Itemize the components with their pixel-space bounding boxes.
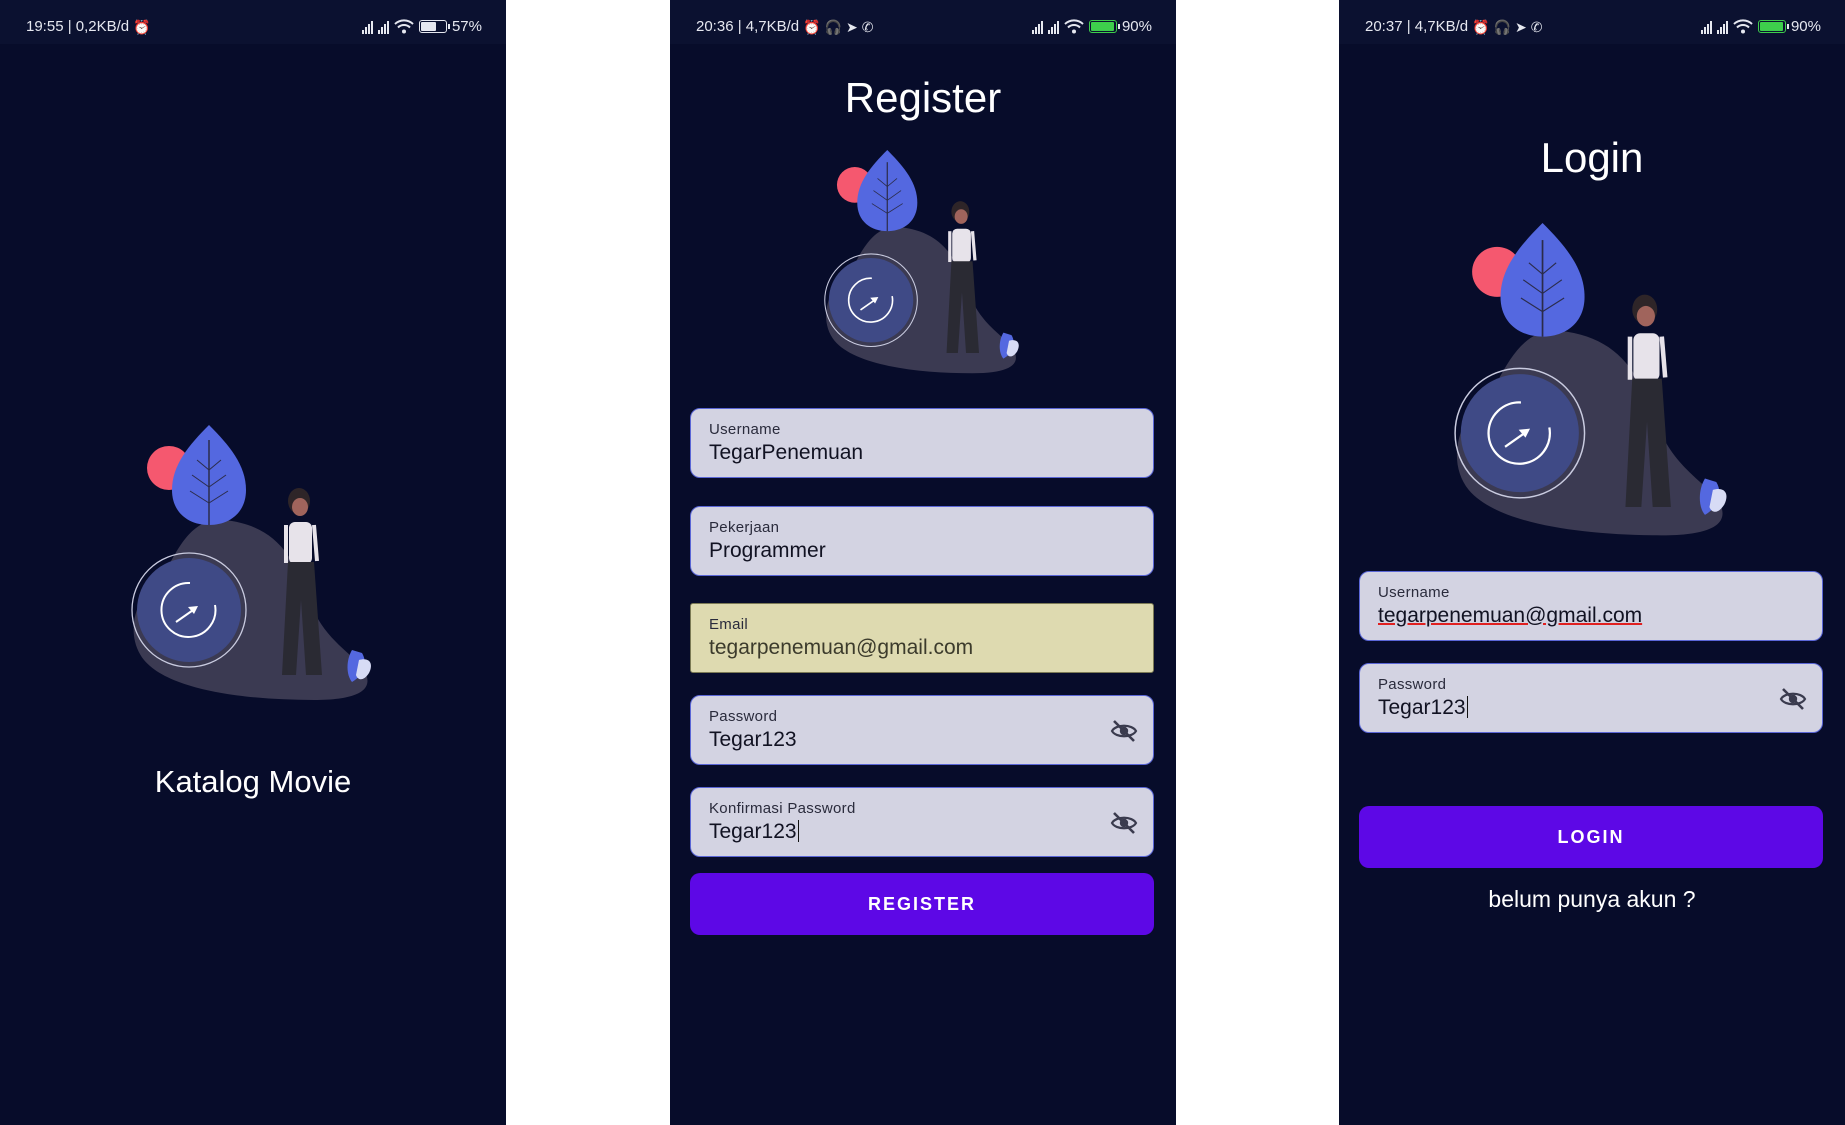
username-field[interactable]: Username TegarPenemuan	[690, 408, 1154, 478]
app-name: Katalog Movie	[154, 764, 352, 799]
battery-percent: 57%	[451, 18, 482, 35]
login-screen: 20:37 | 4,7KB/d ⏰ 🎧 ➤ ✆ 90% Login Userna…	[1339, 0, 1845, 1125]
field-value: Tegar123	[709, 820, 797, 843]
battery-icon	[418, 20, 450, 33]
field-value: TegarPenemuan	[709, 441, 864, 464]
field-label: Konfirmasi Password	[709, 800, 856, 817]
status-bar: 19:55 | 0,2KB/d ⏰ 57%	[0, 0, 506, 44]
visibility-off-icon[interactable]	[1778, 686, 1808, 712]
signal-icon	[1700, 20, 1712, 34]
field-label: Password	[709, 708, 778, 725]
username-field[interactable]: Username tegarpenemuan@gmail.com	[1359, 571, 1823, 641]
alarm-icon: ⏰	[133, 18, 151, 35]
movie-illustration	[1446, 223, 1739, 549]
field-value-wrap: Tegar123	[709, 820, 800, 844]
field-value-wrap: Tegar123	[1378, 696, 1469, 720]
wifi-icon	[1064, 19, 1084, 34]
movie-illustration	[823, 150, 1021, 375]
signal-icon	[1031, 20, 1043, 34]
battery-icon	[1757, 20, 1789, 33]
headphones-icon: 🎧	[1493, 18, 1512, 35]
field-label: Pekerjaan	[709, 519, 780, 536]
text-cursor	[797, 820, 800, 842]
field-value: Tegar123	[1378, 696, 1466, 719]
alarm-icon: ⏰	[803, 18, 821, 35]
battery-percent: 90%	[1790, 18, 1821, 35]
status-time-speed: 20:36 | 4,7KB/d	[696, 18, 800, 35]
email-field[interactable]: Email tegarpenemuan@gmail.com	[690, 603, 1154, 673]
wifi-icon	[1733, 19, 1753, 34]
movie-illustration	[130, 425, 373, 702]
signal-icon	[377, 20, 389, 34]
field-value: Programmer	[709, 539, 826, 562]
page-title: Login	[1540, 134, 1644, 181]
password-field[interactable]: Password Tegar123	[690, 695, 1154, 765]
field-value: tegarpenemuan@gmail.com	[1378, 604, 1643, 627]
text-cursor	[1466, 696, 1469, 718]
visibility-off-icon[interactable]	[1109, 810, 1139, 836]
wifi-icon	[394, 19, 414, 34]
status-bar: 20:36 | 4,7KB/d ⏰ 🎧 ➤ ✆ 90%	[670, 0, 1176, 44]
headphones-icon: 🎧	[824, 18, 843, 35]
register-button[interactable]: REGISTER	[690, 873, 1154, 935]
field-label: Username	[709, 421, 781, 438]
whatsapp-icon: ✆	[861, 18, 874, 35]
signal-icon	[1047, 20, 1059, 34]
battery-percent: 90%	[1121, 18, 1152, 35]
status-time-speed: 20:37 | 4,7KB/d	[1365, 18, 1469, 35]
signal-icon	[1716, 20, 1728, 34]
field-label: Password	[1378, 676, 1447, 693]
alarm-icon: ⏰	[1472, 18, 1490, 35]
telegram-icon: ➤	[1515, 18, 1527, 35]
signal-icon	[361, 20, 373, 34]
page-title: Register	[844, 74, 1002, 121]
signup-link[interactable]: belum punya akun ?	[1339, 886, 1845, 913]
login-button[interactable]: LOGIN	[1359, 806, 1823, 868]
battery-icon	[1088, 20, 1120, 33]
field-label: Username	[1378, 584, 1450, 601]
field-value: Tegar123	[709, 728, 797, 751]
status-time-speed: 19:55 | 0,2KB/d	[26, 18, 130, 35]
password-field[interactable]: Password Tegar123	[1359, 663, 1823, 733]
visibility-off-icon[interactable]	[1109, 718, 1139, 744]
status-bar: 20:37 | 4,7KB/d ⏰ 🎧 ➤ ✆ 90%	[1339, 0, 1845, 44]
field-value: tegarpenemuan@gmail.com	[709, 636, 974, 659]
pekerjaan-field[interactable]: Pekerjaan Programmer	[690, 506, 1154, 576]
telegram-icon: ➤	[846, 18, 858, 35]
confirm-password-field[interactable]: Konfirmasi Password Tegar123	[690, 787, 1154, 857]
register-screen: 20:36 | 4,7KB/d ⏰ 🎧 ➤ ✆ 90% Register Use…	[670, 0, 1176, 1125]
splash-screen: 19:55 | 0,2KB/d ⏰ 57% Katalog Movie	[0, 0, 506, 1125]
whatsapp-icon: ✆	[1530, 18, 1543, 35]
field-label: Email	[709, 616, 749, 633]
